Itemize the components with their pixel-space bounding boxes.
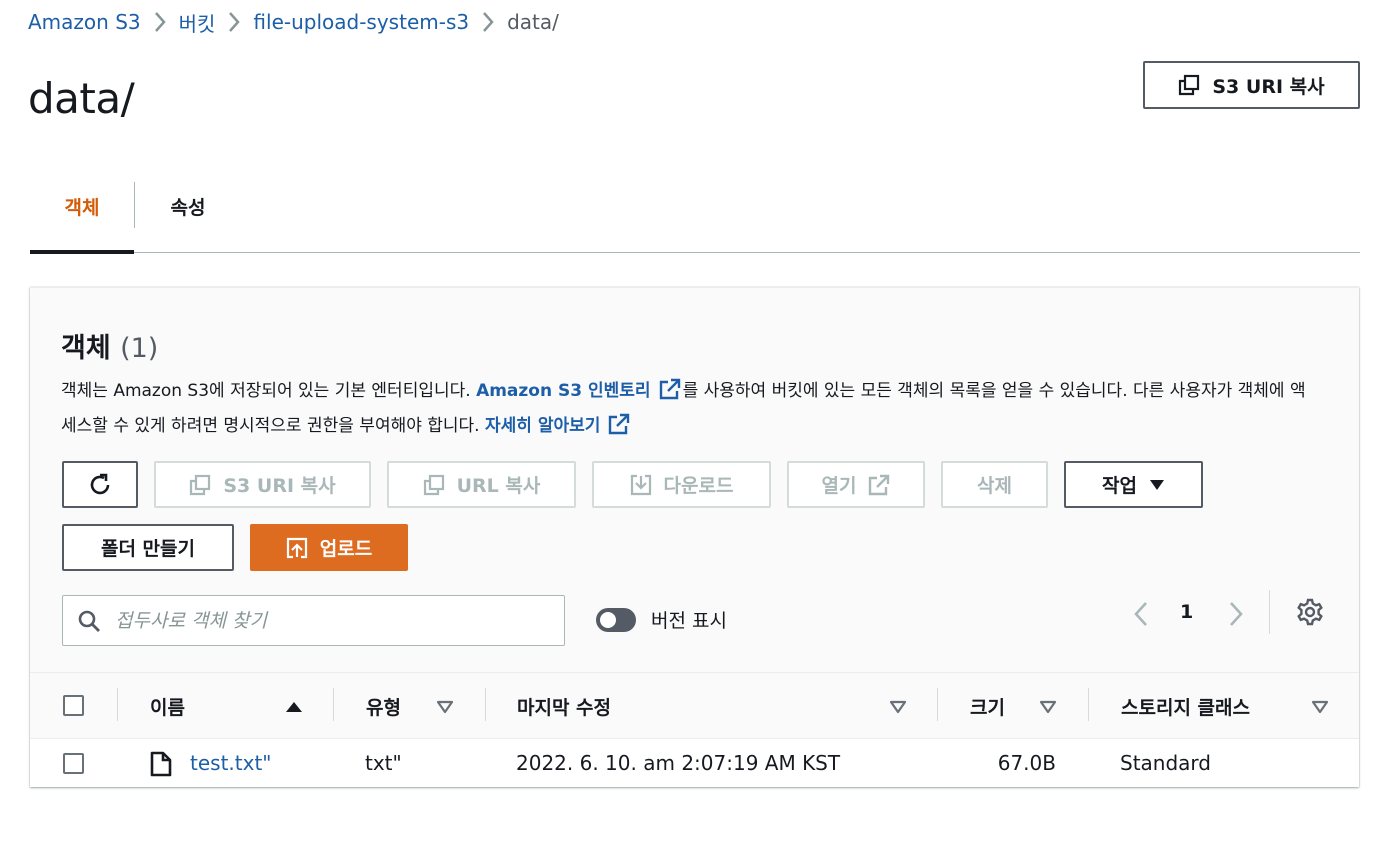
tab-properties[interactable]: 속성 (138, 160, 238, 252)
breadcrumb-current: data/ (507, 10, 559, 34)
caret-down-icon (1149, 479, 1164, 490)
copy-s3-uri-header-label: S3 URI 복사 (1212, 75, 1325, 98)
open-button[interactable]: 열기 (787, 461, 925, 508)
delete-button[interactable]: 삭제 (941, 461, 1048, 508)
table-row: test.txt" txt" 2022. 6. 10. am 2:07:19 A… (30, 739, 1359, 787)
show-versions-toggle[interactable] (596, 608, 636, 632)
objects-panel: 객체 (1) 객체는 Amazon S3에 저장되어 있는 기본 엔터티입니다.… (30, 287, 1359, 787)
object-size: 67.0B (997, 751, 1056, 775)
object-name-link[interactable]: test.txt" (190, 751, 271, 775)
column-header-last-modified[interactable]: 마지막 수정 (517, 673, 611, 740)
file-icon (150, 751, 172, 777)
chevron-right-icon (141, 11, 179, 33)
column-header-type[interactable]: 유형 (366, 673, 401, 740)
tab-objects[interactable]: 객체 (30, 160, 134, 254)
external-link-icon (869, 474, 890, 495)
copy-s3-uri-label: S3 URI 복사 (223, 475, 336, 497)
download-label: 다운로드 (663, 475, 734, 497)
external-link-icon (659, 378, 680, 400)
chevron-left-icon (1134, 602, 1147, 626)
inventory-link[interactable]: Amazon S3 인벤토리 (476, 381, 651, 401)
create-folder-button[interactable]: 폴더 만들기 (62, 524, 234, 571)
learn-more-link[interactable]: 자세히 알아보기 (485, 416, 600, 436)
column-header-storage-class[interactable]: 스토리지 클래스 (1121, 673, 1250, 740)
table-header: 이름 유형 마지막 수정 크기 스토리지 클래스 (30, 672, 1359, 739)
object-type: txt" (365, 751, 402, 775)
refresh-icon (90, 473, 110, 494)
download-icon (630, 474, 651, 495)
sort-descending-icon[interactable] (435, 697, 455, 717)
show-versions-label: 버전 표시 (651, 610, 727, 632)
refresh-button[interactable] (62, 461, 138, 508)
upload-icon (286, 537, 307, 558)
tab-objects-label: 객체 (64, 196, 100, 219)
actions-dropdown[interactable]: 작업 (1064, 461, 1203, 508)
sort-descending-icon[interactable] (1310, 697, 1330, 717)
search-box (62, 595, 565, 646)
description-text-1: 객체는 Amazon S3에 저장되어 있는 기본 엔터티입니다. (61, 381, 477, 401)
sort-descending-icon[interactable] (888, 697, 908, 717)
open-label: 열기 (821, 475, 857, 497)
breadcrumb-buckets[interactable]: 버킷 (179, 8, 216, 37)
copy-icon (190, 474, 211, 495)
copy-icon (423, 474, 444, 495)
panel-title: 객체 (1) (61, 326, 158, 365)
current-page-number[interactable]: 1 (1180, 601, 1193, 623)
row-checkbox[interactable] (63, 753, 84, 774)
breadcrumb: Amazon S3 버킷 file-upload-system-s3 data/ (28, 6, 559, 38)
download-button[interactable]: 다운로드 (592, 461, 771, 508)
tab-divider (134, 182, 135, 228)
tab-bar: 객체 속성 (30, 160, 1360, 254)
search-icon (78, 610, 100, 632)
external-link-icon (609, 413, 630, 435)
copy-s3-uri-button[interactable]: S3 URI 복사 (154, 461, 371, 508)
column-divider (937, 688, 938, 721)
panel-description: 객체는 Amazon S3에 저장되어 있는 기본 엔터티입니다. Amazon… (61, 374, 1311, 444)
create-folder-label: 폴더 만들기 (100, 538, 195, 560)
column-divider (117, 688, 118, 721)
next-page-button[interactable] (1223, 599, 1249, 629)
sort-descending-icon[interactable] (1038, 697, 1058, 717)
chevron-right-icon (469, 11, 507, 33)
column-header-name[interactable]: 이름 (150, 673, 185, 740)
upload-label: 업로드 (319, 538, 373, 560)
copy-url-label: URL 복사 (456, 475, 541, 497)
actions-label: 작업 (1102, 475, 1137, 497)
copy-s3-uri-header-button[interactable]: S3 URI 복사 (1143, 61, 1360, 109)
gear-icon (1297, 598, 1323, 626)
breadcrumb-bucket-name[interactable]: file-upload-system-s3 (253, 10, 469, 34)
copy-icon (1179, 74, 1200, 96)
upload-button[interactable]: 업로드 (250, 524, 408, 571)
preferences-button[interactable] (1296, 598, 1324, 626)
page-title: data/ (28, 74, 135, 123)
copy-url-button[interactable]: URL 복사 (387, 461, 576, 508)
breadcrumb-amazon-s3[interactable]: Amazon S3 (28, 10, 141, 34)
object-storage-class: Standard (1120, 751, 1211, 775)
panel-title-text: 객체 (61, 333, 111, 364)
delete-label: 삭제 (977, 475, 1012, 497)
previous-page-button[interactable] (1128, 599, 1154, 629)
column-header-size[interactable]: 크기 (970, 673, 1005, 740)
object-last-modified: 2022. 6. 10. am 2:07:19 AM KST (516, 751, 841, 775)
column-divider (333, 688, 334, 721)
chevron-right-icon (1230, 602, 1243, 626)
search-input[interactable] (115, 609, 535, 632)
sort-ascending-icon[interactable] (284, 697, 304, 717)
object-count: (1) (120, 333, 159, 364)
column-divider (485, 688, 486, 721)
pagination-divider (1269, 590, 1270, 634)
chevron-right-icon (215, 11, 253, 33)
select-all-checkbox[interactable] (63, 695, 84, 716)
tab-properties-label: 속성 (170, 196, 206, 219)
column-divider (1088, 688, 1089, 721)
